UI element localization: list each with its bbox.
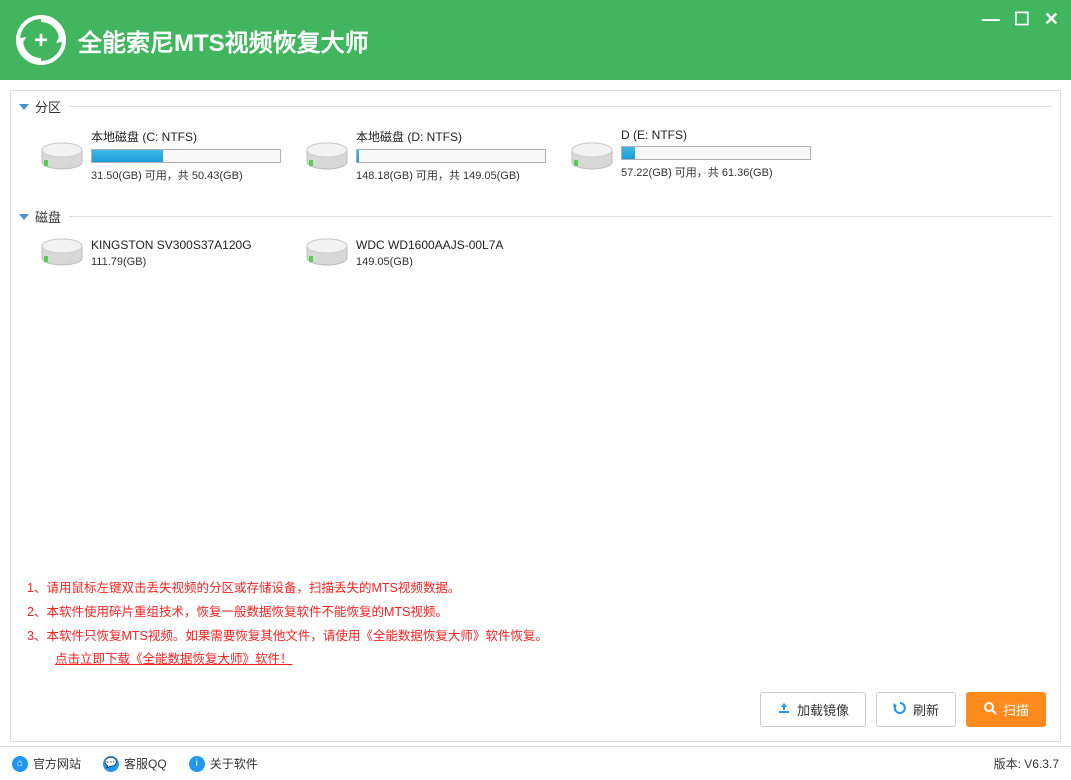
main-panel: 分区 本地磁盘 (C: NTFS) 31.50(GB) 可用，共 50.43(GB… <box>10 90 1061 742</box>
app-logo-icon: + <box>16 15 66 65</box>
refresh-button[interactable]: 刷新 <box>876 692 956 727</box>
upload-icon <box>777 701 791 718</box>
disk-item[interactable]: KINGSTON SV300S37A120G 111.79(GB) <box>41 238 296 268</box>
partition-stat: 31.50(GB) 可用，共 50.43(GB) <box>91 167 281 183</box>
button-row: 加载镜像 刷新 扫描 <box>11 682 1060 741</box>
usage-bar <box>621 146 811 160</box>
hints: 1、请用鼠标左键双击丢失视频的分区或存储设备，扫描丢失的MTS视频数据。 2、本… <box>11 567 1060 682</box>
drive-icon <box>571 142 613 172</box>
partition-name: D (E: NTFS) <box>621 128 811 142</box>
maximize-button[interactable]: ☐ <box>1014 10 1030 28</box>
support-qq-link[interactable]: 💬 客服QQ <box>103 755 167 772</box>
disk-icon <box>306 238 348 268</box>
disk-group-header[interactable]: 磁盘 <box>11 201 1060 232</box>
close-button[interactable]: ✕ <box>1044 10 1059 28</box>
load-image-button[interactable]: 加载镜像 <box>760 692 866 727</box>
disk-icon <box>41 238 83 268</box>
disk-size: 111.79(GB) <box>91 256 252 268</box>
window-controls: — ☐ ✕ <box>982 10 1059 28</box>
partition-item[interactable]: D (E: NTFS) 57.22(GB) 可用，共 61.36(GB) <box>571 128 826 183</box>
disk-group-title: 磁盘 <box>35 207 61 226</box>
download-link[interactable]: 点击立即下载《全能数据恢复大师》软件！ <box>55 648 1044 672</box>
partition-group-header[interactable]: 分区 <box>11 91 1060 122</box>
disk-item[interactable]: WDC WD1600AAJS-00L7A 149.05(GB) <box>306 238 561 268</box>
partition-group-title: 分区 <box>35 97 61 116</box>
refresh-icon <box>893 701 907 718</box>
scan-button[interactable]: 扫描 <box>966 692 1046 727</box>
disk-name: WDC WD1600AAJS-00L7A <box>356 238 503 252</box>
partition-list: 本地磁盘 (C: NTFS)31.50(GB) 可用，共 50.43(GB)本地… <box>11 122 1060 201</box>
app-title: 全能索尼MTS视频恢复大师 <box>78 23 369 58</box>
partition-name: 本地磁盘 (D: NTFS) <box>356 128 546 145</box>
partition-stat: 57.22(GB) 可用，共 61.36(GB) <box>621 164 811 180</box>
search-icon <box>983 701 997 718</box>
usage-bar <box>91 149 281 163</box>
about-link[interactable]: i 关于软件 <box>189 755 258 772</box>
partition-stat: 148.18(GB) 可用，共 149.05(GB) <box>356 167 546 183</box>
info-icon: i <box>189 756 205 772</box>
footer: ⌂ 官方网站 💬 客服QQ i 关于软件 版本: V6.3.7 <box>0 746 1071 780</box>
partition-item[interactable]: 本地磁盘 (C: NTFS) 31.50(GB) 可用，共 50.43(GB) <box>41 128 296 183</box>
disk-list: KINGSTON SV300S37A120G 111.79(GB) WDC WD16… <box>11 232 1060 286</box>
version-label: 版本: V6.3.7 <box>994 755 1059 772</box>
collapse-icon <box>19 104 29 110</box>
home-icon: ⌂ <box>12 756 28 772</box>
hint-line: 2、本软件使用碎片重组技术，恢复一般数据恢复软件不能恢复的MTS视频。 <box>27 601 1044 625</box>
partition-name: 本地磁盘 (C: NTFS) <box>91 128 281 145</box>
drive-icon <box>306 142 348 172</box>
title-bar: + 全能索尼MTS视频恢复大师 — ☐ ✕ <box>0 0 1071 80</box>
drive-icon <box>41 142 83 172</box>
partition-item[interactable]: 本地磁盘 (D: NTFS) 148.18(GB) 可用，共 149.05(GB) <box>306 128 561 183</box>
hint-line: 3、本软件只恢复MTS视频。如果需要恢复其他文件，请使用《全能数据恢复大师》软件… <box>27 625 1044 649</box>
official-site-link[interactable]: ⌂ 官方网站 <box>12 755 81 772</box>
disk-name: KINGSTON SV300S37A120G <box>91 238 252 252</box>
collapse-icon <box>19 214 29 220</box>
chat-icon: 💬 <box>103 756 119 772</box>
disk-size: 149.05(GB) <box>356 256 503 268</box>
minimize-button[interactable]: — <box>982 10 1000 28</box>
usage-bar <box>356 149 546 163</box>
hint-line: 1、请用鼠标左键双击丢失视频的分区或存储设备，扫描丢失的MTS视频数据。 <box>27 577 1044 601</box>
svg-text:+: + <box>34 27 48 54</box>
